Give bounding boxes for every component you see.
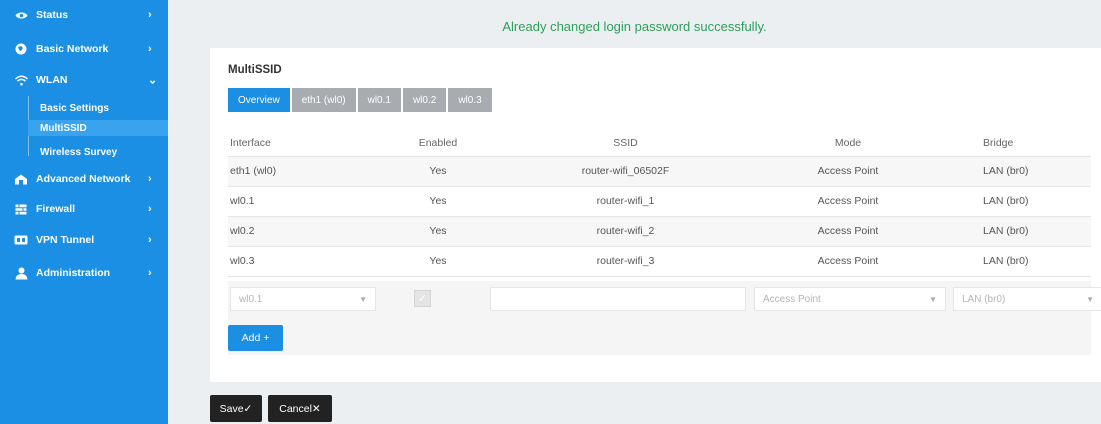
sidebar-subitem-basic-settings[interactable]: Basic Settings: [28, 100, 168, 116]
cell-ssid: router-wifi_3: [498, 246, 753, 277]
tab-wl0-3[interactable]: wl0.3: [448, 88, 492, 112]
sidebar-item-label: Status: [36, 9, 69, 21]
save-button[interactable]: Save✓: [210, 395, 262, 422]
chevron-down-icon: ⌄: [148, 74, 158, 87]
chevron-right-icon: ›: [148, 203, 152, 215]
dropdown-arrow-icon: ▼: [929, 294, 937, 304]
tab-overview[interactable]: Overview: [228, 88, 290, 112]
column-header-mode: Mode: [753, 130, 943, 157]
cell-interface: wl0.3: [228, 246, 378, 277]
cell-mode: Access Point: [753, 186, 943, 217]
dropdown-arrow-icon: ▼: [359, 294, 367, 304]
tab-bar: Overview eth1 (wl0) wl0.1 wl0.2 wl0.3: [228, 88, 492, 112]
cell-interface: wl0.1: [228, 186, 378, 217]
bridge-select[interactable]: LAN (br0) ▼: [953, 287, 1101, 311]
sidebar-subitem-wireless-survey[interactable]: Wireless Survey: [28, 144, 168, 160]
dropdown-arrow-icon: ▼: [1086, 294, 1094, 304]
multissid-panel: MultiSSID Overview eth1 (wl0) wl0.1 wl0.…: [210, 48, 1101, 382]
table-row[interactable]: wl0.3 Yes router-wifi_3 Access Point LAN…: [228, 246, 1091, 277]
add-button[interactable]: Add +: [228, 325, 283, 351]
sidebar-item-firewall[interactable]: Firewall ›: [0, 196, 168, 222]
tab-wl0-2[interactable]: wl0.2: [402, 88, 447, 112]
tab-wl0-1[interactable]: wl0.1: [357, 88, 401, 112]
column-header-ssid: SSID: [498, 130, 753, 157]
sidebar-item-label: Basic Network: [36, 43, 109, 55]
new-ssid-edit-row: wl0.1 ▼ ✓ Access Point ▼ LAN (br0) ▼ Add…: [228, 281, 1101, 355]
cell-enabled: Yes: [378, 246, 498, 277]
ssid-input[interactable]: [490, 287, 746, 311]
sidebar-item-label: Advanced Network: [36, 173, 131, 185]
sidebar-item-basic-network[interactable]: Basic Network ›: [0, 36, 168, 62]
cell-mode: Access Point: [753, 156, 943, 187]
table-header-row: Interface Enabled SSID Mode Bridge: [228, 130, 1091, 157]
bridge-select-value: LAN (br0): [962, 293, 1006, 305]
cell-mode: Access Point: [753, 216, 943, 247]
cell-enabled: Yes: [378, 156, 498, 187]
chevron-right-icon: ›: [148, 43, 152, 55]
sidebar-item-advanced-network[interactable]: Advanced Network ›: [0, 166, 168, 192]
sidebar: Status › Basic Network › WLAN ⌄ Basic Se…: [0, 0, 168, 424]
chevron-right-icon: ›: [148, 234, 152, 246]
column-header-enabled: Enabled: [378, 130, 498, 157]
globe-icon: [14, 42, 28, 56]
admin-icon: [14, 266, 28, 280]
cell-ssid: router-wifi_06502F: [498, 156, 753, 187]
chevron-right-icon: ›: [148, 267, 152, 279]
sidebar-item-label: Administration: [36, 267, 111, 279]
interface-select[interactable]: wl0.1 ▼: [230, 287, 376, 311]
cancel-button[interactable]: Cancel✕: [268, 395, 332, 422]
success-banner: Already changed login password successfu…: [502, 19, 767, 34]
cell-bridge: LAN (br0): [943, 186, 1091, 217]
tab-eth1-wl0[interactable]: eth1 (wl0): [291, 88, 356, 112]
column-header-interface: Interface: [228, 130, 378, 157]
cell-bridge: LAN (br0): [943, 216, 1091, 247]
cell-ssid: router-wifi_2: [498, 216, 753, 247]
cell-mode: Access Point: [753, 246, 943, 277]
sidebar-item-label: VPN Tunnel: [36, 234, 95, 246]
column-header-bridge: Bridge: [943, 130, 1091, 157]
table-row[interactable]: wl0.2 Yes router-wifi_2 Access Point LAN…: [228, 216, 1091, 247]
mode-select-value: Access Point: [763, 293, 821, 305]
cell-bridge: LAN (br0): [943, 156, 1091, 187]
firewall-icon: [14, 202, 28, 216]
panel-title: MultiSSID: [228, 64, 282, 76]
interface-select-value: wl0.1: [239, 293, 263, 305]
network-icon: [14, 172, 28, 186]
sidebar-item-wlan[interactable]: WLAN ⌄: [0, 67, 168, 93]
sidebar-item-administration[interactable]: Administration ›: [0, 260, 168, 286]
ssid-table: Interface Enabled SSID Mode Bridge eth1 …: [228, 130, 1091, 277]
cell-enabled: Yes: [378, 186, 498, 217]
sidebar-subitem-multissid[interactable]: MultiSSID: [28, 120, 168, 136]
eye-icon: [14, 8, 28, 22]
table-row[interactable]: eth1 (wl0) Yes router-wifi_06502F Access…: [228, 156, 1091, 187]
mode-select[interactable]: Access Point ▼: [754, 287, 946, 311]
cell-ssid: router-wifi_1: [498, 186, 753, 217]
chevron-right-icon: ›: [148, 173, 152, 185]
cell-enabled: Yes: [378, 216, 498, 247]
sidebar-item-vpn-tunnel[interactable]: VPN Tunnel ›: [0, 227, 168, 253]
chevron-right-icon: ›: [148, 9, 152, 21]
sidebar-item-label: Firewall: [36, 203, 76, 215]
vpn-icon: [14, 233, 28, 247]
table-row[interactable]: wl0.1 Yes router-wifi_1 Access Point LAN…: [228, 186, 1091, 217]
enabled-checkbox[interactable]: ✓: [414, 290, 431, 307]
wifi-icon: [14, 73, 28, 87]
sidebar-item-status[interactable]: Status ›: [0, 2, 168, 28]
cell-bridge: LAN (br0): [943, 246, 1091, 277]
cell-interface: wl0.2: [228, 216, 378, 247]
sidebar-item-label: WLAN: [36, 74, 68, 86]
cell-interface: eth1 (wl0): [228, 156, 378, 187]
